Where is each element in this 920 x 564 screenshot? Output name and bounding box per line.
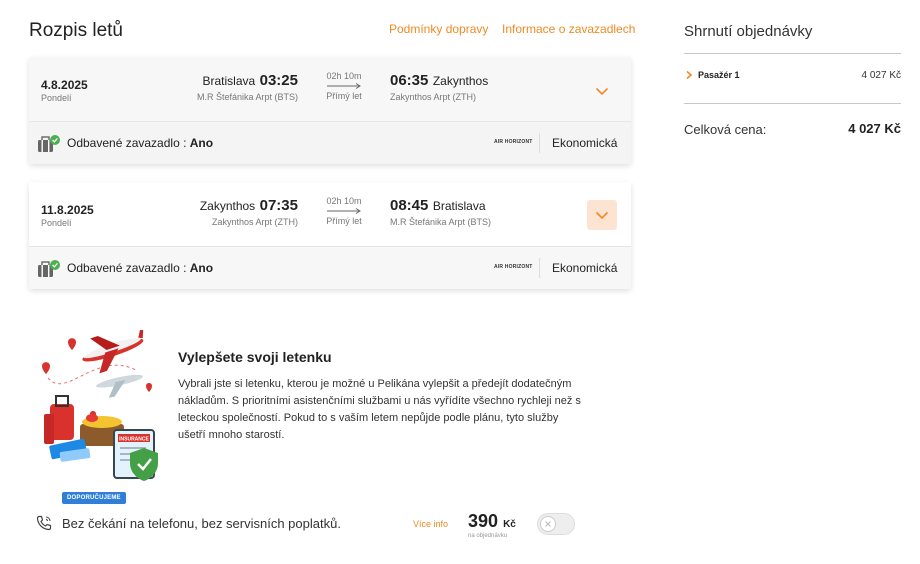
price-note: na objednávku bbox=[468, 533, 508, 539]
airline-logo: AIR HORIZONT bbox=[494, 139, 533, 145]
arrival-city: Zakynthos bbox=[432, 74, 489, 88]
baggage-value: Ano bbox=[189, 136, 214, 150]
page-title: Rozpis letů bbox=[29, 20, 123, 41]
baggage-info: Odbavené zavazadlo : Ano bbox=[67, 261, 213, 275]
summary-title: Shrnutí objednávky bbox=[684, 23, 813, 40]
departure-block: Bratislava 03:25 M.R Štefánika Arpt (BTS… bbox=[197, 72, 298, 102]
departure-block: Zakynthos 07:35 Zakynthos Arpt (ZTH) bbox=[200, 197, 298, 227]
insurance-label: INSURANCE bbox=[119, 437, 149, 443]
service-toggle[interactable] bbox=[537, 513, 575, 535]
flight-stops: Přímý let bbox=[326, 216, 362, 226]
baggage-label: Odbavené zavazadlo : bbox=[67, 136, 187, 150]
luggage-icon bbox=[38, 260, 60, 277]
expand-flight-button[interactable] bbox=[587, 76, 617, 106]
phone-icon bbox=[36, 515, 52, 531]
service-label: Bez čekání na telefonu, bez servisních p… bbox=[62, 516, 341, 531]
baggage-row: Odbavené zavazadlo : Ano AIR HORIZONT Ek… bbox=[29, 122, 631, 164]
fare-class: Ekonomická bbox=[552, 261, 618, 275]
baggage-info-link[interactable]: Informace o zavazadlech bbox=[502, 22, 635, 36]
departure-airport: Zakynthos Arpt (ZTH) bbox=[211, 217, 298, 227]
arrival-city: Bratislava bbox=[432, 199, 486, 213]
chevron-down-icon bbox=[595, 211, 609, 219]
flight-duration-block: 02h 10m Přímý let bbox=[319, 196, 369, 226]
upsell-description: Vybrali jste si letenku, kterou je možné… bbox=[178, 378, 581, 441]
fare-class: Ekonomická bbox=[552, 136, 618, 150]
total-price: 4 027 Kč bbox=[848, 121, 901, 136]
baggage-info: Odbavené zavazadlo : Ano bbox=[67, 136, 213, 150]
flight-duration: 02h 10m bbox=[326, 71, 362, 81]
service-price-value: 390 bbox=[468, 511, 499, 531]
departure-city: Zakynthos bbox=[199, 199, 256, 213]
service-price: 390 Kč bbox=[468, 511, 516, 532]
upsell-title: Vylepšete svoji letenku bbox=[178, 349, 332, 365]
arrival-block: 08:45 Bratislava M.R Štefánika Arpt (BTS… bbox=[390, 197, 491, 227]
check-icon bbox=[50, 260, 60, 270]
flight-weekday: Pondelí bbox=[41, 218, 72, 228]
chevron-right-icon[interactable] bbox=[685, 70, 693, 80]
airline-logo: AIR HORIZONT bbox=[494, 264, 533, 270]
arrival-airport: M.R Štefánika Arpt (BTS) bbox=[390, 217, 492, 227]
departure-airport: M.R Štefánika Arpt (BTS) bbox=[196, 92, 298, 102]
toggle-knob bbox=[540, 516, 556, 532]
divider bbox=[539, 133, 540, 153]
close-icon bbox=[545, 521, 551, 527]
flight-row: 11.8.2025 Pondelí Zakynthos 07:35 Zakynt… bbox=[29, 182, 631, 247]
recommend-badge: DOPORUČUJEME bbox=[62, 492, 126, 504]
flight-duration: 02h 10m bbox=[326, 196, 362, 206]
passenger-price: 4 027 Kč bbox=[861, 70, 901, 81]
baggage-value: Ano bbox=[189, 261, 214, 275]
arrival-time: 08:45 bbox=[390, 197, 429, 214]
flight-date: 11.8.2025 bbox=[41, 203, 94, 217]
arrival-airport: Zakynthos Arpt (ZTH) bbox=[390, 92, 477, 102]
departure-time: 07:35 bbox=[259, 197, 298, 214]
passenger-toggle[interactable]: Pasažér 1 bbox=[698, 70, 740, 80]
flight-stops: Přímý let bbox=[326, 91, 362, 101]
arrow-right-icon bbox=[327, 83, 361, 89]
chevron-down-icon bbox=[595, 87, 609, 95]
service-price-currency: Kč bbox=[503, 519, 516, 530]
departure-city: Bratislava bbox=[202, 74, 256, 88]
flight-card-return: 11.8.2025 Pondelí Zakynthos 07:35 Zakynt… bbox=[29, 182, 631, 289]
flight-row: 4.8.2025 Pondelí Bratislava 03:25 M.R Št… bbox=[29, 57, 631, 122]
baggage-row: Odbavené zavazadlo : Ano AIR HORIZONT Ek… bbox=[29, 247, 631, 289]
departure-time: 03:25 bbox=[259, 72, 298, 89]
travel-illustration: INSURANCE bbox=[42, 330, 158, 481]
flight-weekday: Pondelí bbox=[41, 93, 72, 103]
check-icon bbox=[50, 135, 60, 145]
flight-duration-block: 02h 10m Přímý let bbox=[319, 71, 369, 101]
luggage-icon bbox=[38, 135, 60, 152]
flight-card-outbound: 4.8.2025 Pondelí Bratislava 03:25 M.R Št… bbox=[29, 57, 631, 164]
flight-date: 4.8.2025 bbox=[41, 78, 88, 92]
divider bbox=[539, 258, 540, 278]
arrival-block: 06:35 Zakynthos Zakynthos Arpt (ZTH) bbox=[390, 72, 488, 102]
divider bbox=[684, 103, 901, 104]
transport-conditions-link[interactable]: Podmínky dopravy bbox=[389, 22, 488, 36]
arrow-right-icon bbox=[327, 208, 361, 214]
baggage-label: Odbavené zavazadlo : bbox=[67, 261, 187, 275]
total-label: Celková cena: bbox=[684, 122, 767, 137]
arrival-time: 06:35 bbox=[390, 72, 429, 89]
divider bbox=[684, 53, 901, 54]
expand-flight-button[interactable] bbox=[587, 200, 617, 230]
more-info-link[interactable]: Více info bbox=[413, 519, 448, 529]
